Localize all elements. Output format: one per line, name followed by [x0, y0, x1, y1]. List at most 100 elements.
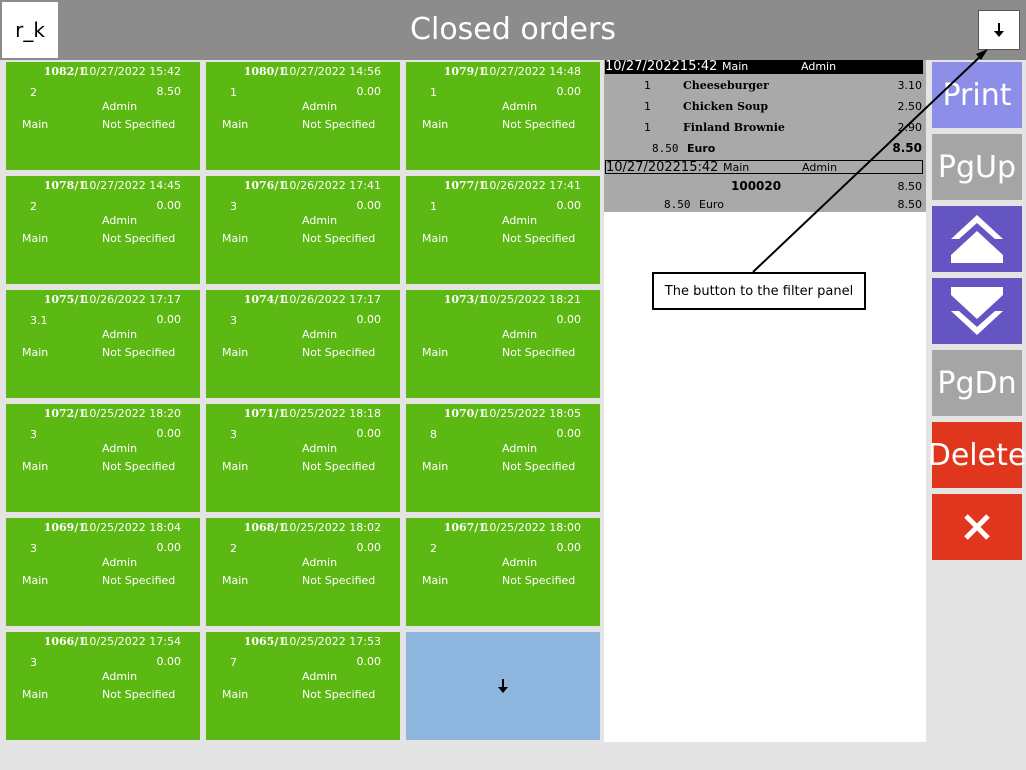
receipt-datetime: 10/27/202215:42	[605, 59, 718, 74]
order-card[interactable]: 1072/1 10/25/2022 18:20 3 0.00 Admin Main Not …	[6, 404, 200, 512]
payment-datetime: 10/27/202215:42	[606, 160, 719, 175]
delete-button[interactable]: Delete	[928, 422, 1026, 488]
order-card[interactable]: 1069/1 10/25/2022 18:04 3 0.00 Admin Main Not …	[6, 518, 200, 626]
item-price: 2.90	[897, 121, 923, 134]
print-button[interactable]: Print	[932, 62, 1022, 128]
order-guests: 2	[30, 200, 37, 213]
order-card[interactable]: 1075/1 10/26/2022 17:17 3.1 0.00 Admin Main No…	[6, 290, 200, 398]
order-number: 1082/1	[43, 65, 86, 78]
order-card[interactable]: 1078/1 10/27/2022 14:45 2 0.00 Admin Main Not …	[6, 176, 200, 284]
order-hall: Main	[422, 118, 449, 131]
order-card[interactable]: 1077/1 10/26/2022 17:41 1 0.00 Admin Main Not …	[406, 176, 600, 284]
order-number: 1079/1	[443, 65, 486, 78]
receipt-content: 10/27/202215:42 Main Admin 1 Cheeseburge…	[604, 59, 926, 215]
order-user: Admin	[102, 214, 138, 227]
order-user: Admin	[302, 214, 338, 227]
page-down-button[interactable]: PgDn	[932, 350, 1022, 416]
order-table: Not Specified	[102, 232, 176, 245]
order-hall: Main	[422, 574, 449, 587]
order-guests: 7	[230, 656, 237, 669]
order-guests: 1	[430, 200, 437, 213]
order-date: 10/27/2022 15:42	[82, 65, 181, 78]
order-number: 1067/1	[443, 521, 486, 534]
order-sum: 0.00	[556, 85, 582, 98]
scroll-down-button[interactable]	[932, 278, 1022, 344]
order-card[interactable]: 1067/1 10/25/2022 18:00 2 0.00 Admin Main Not …	[406, 518, 600, 626]
paid-row: 8.50 Euro 8.50	[604, 197, 924, 215]
order-sum: 0.00	[156, 655, 182, 668]
receipt-hall: Main	[722, 60, 749, 73]
order-user: Admin	[502, 214, 538, 227]
receipt-payment-header: 10/27/202215:42 Main Admin	[605, 160, 923, 175]
order-sum: 0.00	[156, 541, 182, 554]
order-hall: Main	[222, 118, 249, 131]
item-qty: 1	[644, 100, 651, 113]
order-card[interactable]: 1065/1 10/25/2022 17:53 7 0.00 Admin Main Not …	[206, 632, 400, 740]
order-user: Admin	[302, 556, 338, 569]
order-table: Not Specified	[502, 118, 576, 131]
close-button[interactable]	[932, 494, 1022, 560]
payment-row: 100020 8.50	[604, 179, 924, 197]
page-up-button[interactable]: PgUp	[932, 134, 1022, 200]
order-number: 1066/1	[43, 635, 86, 648]
order-user: Admin	[502, 556, 538, 569]
order-sum: 0.00	[156, 427, 182, 440]
order-card[interactable]: 1076/1 10/26/2022 17:41 3 0.00 Admin Main Not …	[206, 176, 400, 284]
order-date: 10/26/2022 17:41	[482, 179, 581, 192]
order-card[interactable]: 1066/1 10/25/2022 17:54 3 0.00 Admin Main Not …	[6, 632, 200, 740]
paid-currency: Euro	[699, 198, 724, 211]
header-bar: Closed orders r_k	[0, 0, 1026, 60]
order-card[interactable]: 1073/1 10/25/2022 18:21 0.00 Admin Main Not S…	[406, 290, 600, 398]
order-sum: 0.00	[556, 199, 582, 212]
order-date: 10/27/2022 14:45	[82, 179, 181, 192]
scroll-up-button[interactable]	[932, 206, 1022, 272]
load-more-button[interactable]	[406, 632, 600, 740]
order-number: 1069/1	[43, 521, 86, 534]
order-guests: 3	[30, 542, 37, 555]
order-user: Admin	[502, 100, 538, 113]
order-hall: Main	[222, 460, 249, 473]
order-card[interactable]: 1070/1 10/25/2022 18:05 8 0.00 Admin Main Not …	[406, 404, 600, 512]
order-hall: Main	[22, 460, 49, 473]
order-user: Admin	[302, 442, 338, 455]
order-number: 1073/1	[443, 293, 486, 306]
order-card[interactable]: 1080/1 10/27/2022 14:56 1 0.00 Admin Main Not …	[206, 62, 400, 170]
order-sum: 0.00	[356, 655, 382, 668]
order-card[interactable]: 1074/1 10/26/2022 17:17 3 0.00 Admin Main Not …	[206, 290, 400, 398]
order-card[interactable]: 1068/1 10/25/2022 18:02 2 0.00 Admin Main Not …	[206, 518, 400, 626]
order-table: Not Specified	[302, 460, 376, 473]
order-date: 10/25/2022 18:05	[482, 407, 581, 420]
order-table: Not Specified	[302, 346, 376, 359]
order-date: 10/25/2022 18:04	[82, 521, 181, 534]
order-date: 10/27/2022 14:56	[282, 65, 381, 78]
filter-panel-button[interactable]	[978, 10, 1020, 50]
order-table: Not Specified	[102, 574, 176, 587]
order-date: 10/25/2022 18:00	[482, 521, 581, 534]
order-sum: 0.00	[556, 313, 582, 326]
order-sum: 0.00	[356, 85, 382, 98]
payment-code: 100020	[731, 179, 782, 193]
order-guests: 2	[230, 542, 237, 555]
order-hall: Main	[422, 460, 449, 473]
order-guests: 1	[430, 86, 437, 99]
order-card[interactable]: 1071/1 10/25/2022 18:18 3 0.00 Admin Main Not …	[206, 404, 400, 512]
order-user: Admin	[102, 556, 138, 569]
order-number: 1071/1	[243, 407, 286, 420]
arrow-down-icon	[498, 679, 508, 693]
item-price: 3.10	[897, 79, 923, 92]
order-user: Admin	[502, 442, 538, 455]
order-guests: 2	[30, 86, 37, 99]
order-date: 10/25/2022 17:54	[82, 635, 181, 648]
double-chevron-down-icon	[951, 287, 1003, 335]
order-card[interactable]: 1082/1 10/27/2022 15:42 2 8.50 Admin Main Not …	[6, 62, 200, 170]
order-user: Admin	[102, 442, 138, 455]
order-date: 10/26/2022 17:17	[282, 293, 381, 306]
order-card[interactable]: 1079/1 10/27/2022 14:48 1 0.00 Admin Main Not …	[406, 62, 600, 170]
order-table: Not Specified	[102, 346, 176, 359]
double-chevron-up-icon	[951, 215, 1003, 263]
close-icon	[964, 514, 990, 540]
order-number: 1068/1	[243, 521, 286, 534]
logo: r_k	[2, 2, 58, 58]
order-sum: 0.00	[156, 199, 182, 212]
order-table: Not Specified	[302, 688, 376, 701]
